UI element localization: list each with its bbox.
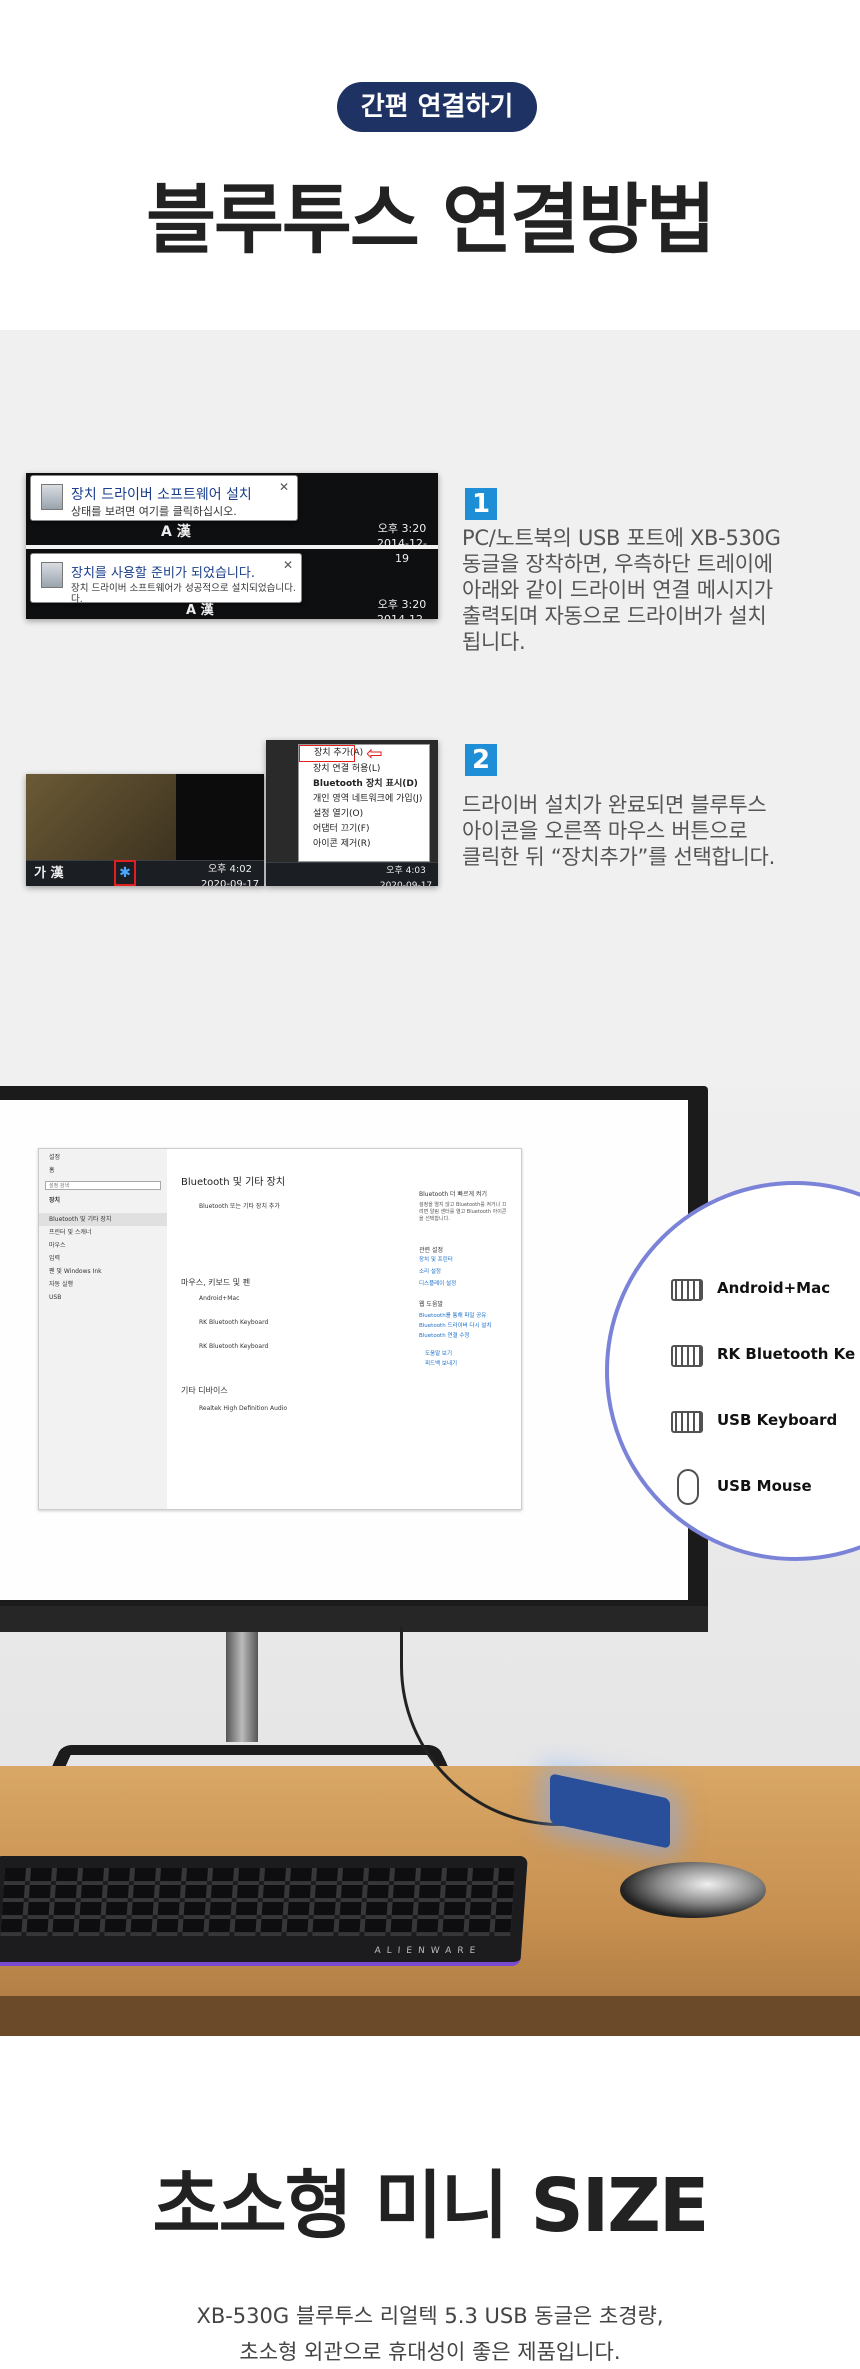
related-link[interactable]: 소리 설정 xyxy=(419,1267,441,1275)
header-section: 간편 연결하기 블루투스 연결방법 xyxy=(0,0,860,330)
sidebar-home[interactable]: 홈 xyxy=(39,1164,167,1177)
footer-section: 초소형 미니 SIZE XB-530G 블루투스 리얼텍 5.3 USB 동글은… xyxy=(0,2036,860,2369)
page-title: 블루투스 연결방법 xyxy=(146,175,716,264)
keyboard-icon xyxy=(671,1279,703,1301)
keyboard-icon xyxy=(671,1345,703,1367)
monitor-screen: 설정 홈 설정 검색 장치 Bluetooth 및 기타 장치 프린터 및 스캐… xyxy=(0,1100,688,1600)
step-1-text: PC/노트북의 USB 포트에 XB-530G 동글을 장착하면, 우측하단 트… xyxy=(462,526,781,654)
menu-item-join-pan[interactable]: 개인 영역 네트워크에 가입(J) xyxy=(299,792,429,807)
monitor-stand xyxy=(226,1632,258,1742)
arrow-left-icon: ⇦ xyxy=(366,741,383,765)
wireless-mouse xyxy=(620,1862,766,1918)
description-line: XB-530G 블루투스 리얼텍 5.3 USB 동글은 초경량, xyxy=(196,2304,664,2328)
bluetooth-context-menu: 장치 추가(A) 장치 연결 허용(L) Bluetooth 장치 표시(D) … xyxy=(298,744,430,862)
ime-indicator[interactable]: A 漢 xyxy=(186,603,214,618)
easy-connect-badge: 간편 연결하기 xyxy=(337,82,537,132)
help-link[interactable]: Bluetooth 드라이버 다시 설치 xyxy=(419,1321,491,1329)
step-2-number: 2 xyxy=(465,744,497,776)
settings-search-input[interactable]: 설정 검색 xyxy=(45,1181,161,1190)
clock[interactable]: 오후 4:02 2020-09-17 xyxy=(198,862,262,886)
sidebar-category: 장치 xyxy=(49,1197,61,1204)
bubble-title: 장치 드라이버 소프트웨어 설치 xyxy=(71,487,252,503)
monitor: 설정 홈 설정 검색 장치 Bluetooth 및 기타 장치 프린터 및 스캐… xyxy=(0,1086,708,1632)
bluetooth-tray-icon[interactable]: ✱ xyxy=(114,860,136,886)
get-help-link[interactable]: 도움말 보기 xyxy=(425,1349,452,1357)
device-driver-icon xyxy=(41,484,63,510)
sidebar-item-printers[interactable]: 프린터 및 스캐너 xyxy=(39,1226,167,1239)
context-menu-screenshot: 장치 추가(A) 장치 연결 허용(L) Bluetooth 장치 표시(D) … xyxy=(266,740,438,886)
menu-item-remove-icon[interactable]: 아이콘 제거(R) xyxy=(299,837,429,852)
device-driver-icon xyxy=(41,562,63,588)
right-panel-title: Bluetooth 더 빠르게 켜기 xyxy=(419,1191,487,1198)
sidebar-item-mouse[interactable]: 마우스 xyxy=(39,1239,167,1252)
install-notification-bubble[interactable]: 장치 드라이버 소프트웨어 설치 상태를 보려면 여기를 클릭하십시오. ✕ xyxy=(30,475,298,521)
settings-window: 설정 홈 설정 검색 장치 Bluetooth 및 기타 장치 프린터 및 스캐… xyxy=(38,1148,522,1510)
menu-item-allow-connection[interactable]: 장치 연결 허용(L) xyxy=(299,762,429,777)
keyboard-brand: ALIENWARE xyxy=(374,1946,482,1956)
bubble-subtitle: 장치 드라이버 소프트웨어가 성공적으로 설치되었습니다. xyxy=(71,583,296,594)
menu-item-open-settings[interactable]: 설정 열기(O) xyxy=(299,807,429,822)
mouse-icon xyxy=(677,1469,699,1505)
sidebar-item-typing[interactable]: 입력 xyxy=(39,1252,167,1265)
sidebar-item-usb[interactable]: USB xyxy=(39,1291,167,1304)
menu-item-show-devices[interactable]: Bluetooth 장치 표시(D) xyxy=(299,777,429,792)
keyboard: ALIENWARE xyxy=(0,1856,528,1966)
related-settings-heading: 관련 설정 xyxy=(419,1247,443,1254)
add-device-button[interactable]: Bluetooth 또는 기타 장치 추가 xyxy=(199,1201,280,1210)
sidebar-item-bluetooth[interactable]: Bluetooth 및 기타 장치 xyxy=(39,1213,167,1226)
close-icon[interactable]: ✕ xyxy=(283,558,293,572)
help-link[interactable]: Bluetooth를 통해 파일 공유 xyxy=(419,1311,486,1319)
ime-indicator[interactable]: 가 漢 xyxy=(34,866,64,881)
bubble-subtitle: 상태를 보려면 여기를 클릭하십시오. xyxy=(71,505,237,518)
sidebar-item-autoplay[interactable]: 자동 실행 xyxy=(39,1278,167,1291)
related-link[interactable]: 장치 및 프린터 xyxy=(419,1255,453,1263)
feedback-link[interactable]: 피드백 보내기 xyxy=(425,1359,457,1367)
driver-install-screenshot: 장치 드라이버 소프트웨어 설치 상태를 보려면 여기를 클릭하십시오. ✕ A… xyxy=(26,473,438,619)
taskbar-screenshot: 가 漢 ✱ 오후 4:02 2020-09-17 xyxy=(26,774,264,886)
keyboard-icon xyxy=(671,1411,703,1433)
sidebar-item-pen[interactable]: 펜 및 Windows Ink xyxy=(39,1265,167,1278)
ready-notification-bubble[interactable]: 장치를 사용할 준비가 되었습니다. 장치 드라이버 소프트웨어가 성공적으로 … xyxy=(30,553,302,605)
menu-item-turn-off-adapter[interactable]: 어댑터 끄기(F) xyxy=(299,822,429,837)
related-link[interactable]: 디스플레이 설정 xyxy=(419,1279,456,1287)
menu-item-add-device[interactable]: 장치 추가(A) xyxy=(299,745,363,762)
step-2-text: 드라이버 설치가 완료되면 블루투스 아이콘을 오른쪽 마우스 버튼으로 클릭한… xyxy=(462,793,775,869)
right-panel-desc: 설정을 열지 않고 Bluetooth를 켜거나 끄려면 알림 센터를 열고 B… xyxy=(419,1202,507,1222)
settings-main-title: Bluetooth 및 기타 장치 xyxy=(181,1177,286,1188)
bubble-subtitle-cont: 다. xyxy=(71,594,83,605)
clock[interactable]: 오후 4:03 2020-09-17 xyxy=(376,864,436,886)
window-title: 설정 xyxy=(49,1154,61,1161)
description-line: 초소형 외관으로 휴대성이 좋은 제품입니다. xyxy=(239,2340,621,2364)
device-item[interactable]: Android+Mac xyxy=(199,1295,239,1302)
ime-indicator[interactable]: A 漢 xyxy=(161,525,191,540)
step-1-number: 1 xyxy=(465,488,497,520)
other-devices-heading: 기타 디바이스 xyxy=(181,1386,228,1395)
settings-sidebar: 설정 홈 설정 검색 장치 Bluetooth 및 기타 장치 프린터 및 스캐… xyxy=(39,1149,167,1509)
device-item[interactable]: RK Bluetooth Keyboard xyxy=(199,1319,268,1326)
device-item[interactable]: RK Bluetooth Keyboard xyxy=(199,1343,268,1350)
close-icon[interactable]: ✕ xyxy=(279,480,289,494)
mouse-keyboard-heading: 마우스, 키보드 및 펜 xyxy=(181,1278,251,1287)
help-link[interactable]: Bluetooth 연결 수정 xyxy=(419,1331,469,1339)
device-item[interactable]: Realtek High Definition Audio xyxy=(199,1405,287,1412)
monitor-scene: 설정 홈 설정 검색 장치 Bluetooth 및 기타 장치 프린터 및 스캐… xyxy=(0,1086,860,2036)
product-description: XB-530G 블루투스 리얼텍 5.3 USB 동글은 초경량, 초소형 외관… xyxy=(0,2298,860,2369)
web-help-heading: 웹 도움말 xyxy=(419,1301,443,1308)
bubble-title: 장치를 사용할 준비가 되었습니다. xyxy=(71,566,255,581)
clock[interactable]: 오후 3:20 2014-12-19 xyxy=(372,597,432,619)
clock[interactable]: 오후 3:20 2014-12-19 xyxy=(372,521,432,566)
mini-size-title: 초소형 미니 SIZE xyxy=(152,2163,710,2249)
steps-section: 장치 드라이버 소프트웨어 설치 상태를 보려면 여기를 클릭하십시오. ✕ A… xyxy=(0,330,860,1086)
